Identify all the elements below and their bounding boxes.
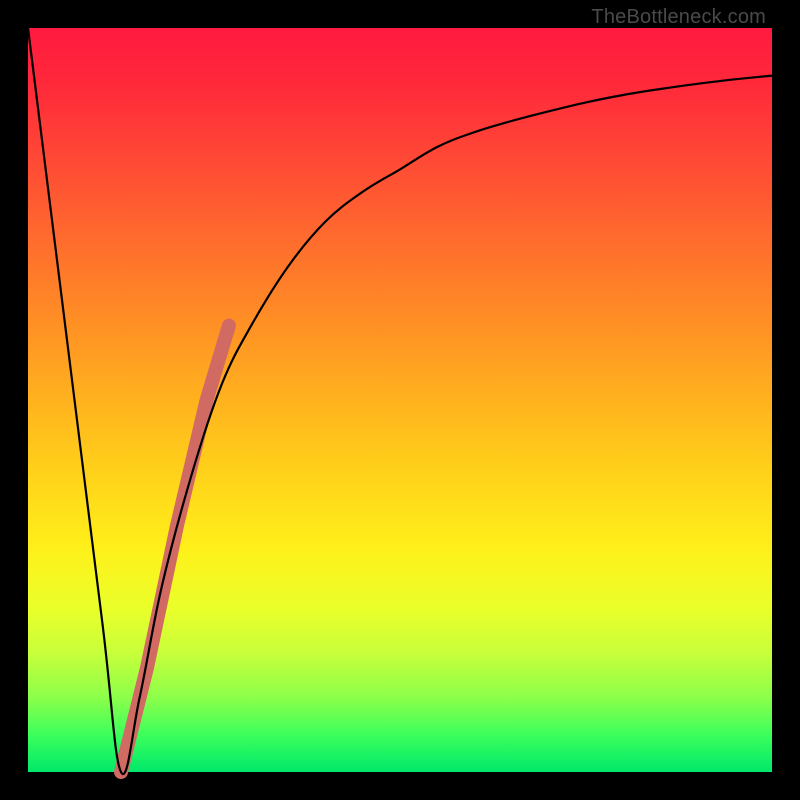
curve-layer <box>28 28 772 772</box>
bottleneck-curve <box>28 28 772 774</box>
chart-frame: TheBottleneck.com <box>0 0 800 800</box>
watermark: TheBottleneck.com <box>591 6 766 29</box>
